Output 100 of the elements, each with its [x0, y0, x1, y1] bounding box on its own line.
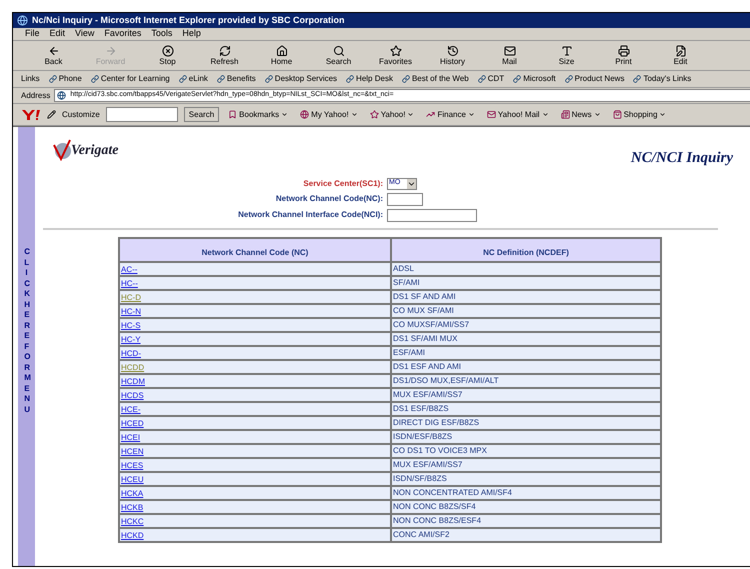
- arrow-left-icon: [48, 44, 60, 56]
- refresh-icon: [218, 44, 230, 56]
- link-icon: [564, 75, 573, 83]
- link-icon: [48, 75, 57, 83]
- yahoo-menu-button[interactable]: Shopping: [610, 108, 670, 120]
- menu-item[interactable]: File: [25, 27, 40, 41]
- yahoo-menu-button[interactable]: Bookmarks: [225, 108, 292, 120]
- pencil-icon: [47, 110, 56, 119]
- window-title: Nc/Nci Inquiry - Microsoft Internet Explorer provided by SBC Corporation: [32, 14, 345, 27]
- yahoo-menu-button[interactable]: Finance: [423, 108, 478, 120]
- link-icon: [633, 75, 642, 83]
- caret-icon: [594, 111, 601, 118]
- menu-item[interactable]: Tools: [151, 27, 172, 41]
- code-link[interactable]: HCE-: [121, 405, 141, 414]
- favorite-link[interactable]: CDT: [478, 73, 504, 85]
- history-icon: [446, 44, 458, 56]
- favorite-link[interactable]: Today's Links: [633, 73, 692, 85]
- chart-icon: [426, 110, 436, 119]
- search-field[interactable]: [106, 107, 178, 122]
- favorite-link[interactable]: Center for Learning: [90, 73, 170, 85]
- bag-icon: [612, 110, 622, 119]
- code-link[interactable]: HCES: [121, 461, 144, 470]
- favorite-link[interactable]: Microsoft: [513, 73, 556, 85]
- code-link[interactable]: HC--: [121, 279, 138, 288]
- yahoo-menu-button[interactable]: News: [558, 108, 604, 120]
- toolbar-button[interactable]: History: [424, 42, 481, 70]
- caret-icon: [281, 111, 288, 118]
- browser-icon: [17, 15, 28, 26]
- code-link[interactable]: HC-Y: [121, 335, 141, 344]
- code-link[interactable]: HCKA: [121, 489, 144, 498]
- code-link[interactable]: HCD-: [121, 349, 141, 358]
- yahoo-menu-button[interactable]: Yahoo! Mail: [484, 108, 552, 120]
- yahoo-menu-button[interactable]: Yahoo!: [366, 108, 418, 120]
- link-icon: [513, 75, 522, 83]
- link-icon: [346, 75, 354, 83]
- form-label: Network Channel Interface Code(NCI):: [237, 209, 383, 221]
- favorite-link[interactable]: Benefits: [216, 73, 256, 85]
- page-title: NC/NCI Inquiry: [630, 149, 733, 168]
- home-icon: [276, 44, 288, 56]
- form-label: Network Channel Code(NC):: [274, 193, 383, 205]
- code-link[interactable]: HCEI: [121, 433, 140, 442]
- code-link[interactable]: HCKB: [121, 503, 144, 512]
- toolbar-button[interactable]: Favorites: [367, 42, 424, 70]
- star-icon: [390, 44, 402, 56]
- search-button[interactable]: Search: [184, 107, 220, 122]
- code-link[interactable]: HCKD: [121, 531, 144, 540]
- mail-icon: [486, 110, 496, 119]
- mail-icon: [504, 44, 516, 56]
- menu-item[interactable]: Edit: [50, 27, 66, 41]
- text-size-icon: [560, 44, 572, 56]
- toolbar-button[interactable]: Refresh: [196, 42, 253, 70]
- favorite-link[interactable]: Help Desk: [346, 73, 393, 85]
- code-link[interactable]: HC-N: [121, 307, 141, 316]
- printer-icon: [618, 44, 630, 56]
- bookmark-icon: [228, 110, 238, 119]
- globe-icon: [57, 91, 66, 100]
- link-icon: [178, 75, 187, 83]
- star-icon: [370, 110, 379, 119]
- newspaper-icon: [560, 110, 570, 119]
- link-icon: [264, 75, 273, 83]
- toolbar-button[interactable]: Search: [310, 42, 367, 70]
- menu-item[interactable]: Help: [182, 27, 201, 41]
- code-link[interactable]: HCED: [121, 419, 144, 428]
- link-icon: [216, 75, 225, 83]
- text-input-field[interactable]: [387, 192, 423, 206]
- link-icon: [402, 75, 410, 83]
- favorite-link[interactable]: eLink: [178, 73, 208, 85]
- link-icon: [90, 75, 99, 83]
- code-link[interactable]: HCDS: [121, 391, 144, 400]
- code-link[interactable]: HCEN: [121, 447, 144, 456]
- caret-icon: [659, 111, 666, 118]
- arrow-right-icon: [104, 44, 116, 56]
- code-link[interactable]: HCEU: [121, 475, 144, 484]
- yahoo-logo-icon: [21, 108, 41, 120]
- code-link[interactable]: HC-S: [121, 321, 141, 330]
- links-label: Links: [21, 73, 40, 85]
- toolbar-button[interactable]: Print: [595, 42, 652, 70]
- favorite-link[interactable]: Best of the Web: [402, 73, 469, 85]
- text-input-field[interactable]: [387, 208, 477, 222]
- toolbar-button[interactable]: Size: [538, 42, 595, 70]
- menu-item[interactable]: View: [75, 27, 94, 41]
- toolbar-button[interactable]: Mail: [481, 42, 538, 70]
- link-icon: [478, 75, 486, 83]
- side-menu-link[interactable]: CLICK HERE FOR MENU: [18, 127, 35, 566]
- favorite-link[interactable]: Phone: [48, 73, 82, 85]
- favorite-link[interactable]: Product News: [564, 73, 624, 85]
- code-link[interactable]: AC--: [121, 265, 138, 274]
- favorite-link[interactable]: Desktop Services: [264, 73, 338, 85]
- caret-icon: [350, 111, 358, 118]
- toolbar-button[interactable]: Back: [25, 42, 82, 70]
- toolbar-button[interactable]: Stop: [139, 42, 196, 70]
- toolbar-button[interactable]: Home: [253, 42, 310, 70]
- toolbar-button[interactable]: Edit: [652, 42, 709, 70]
- globe-icon: [300, 110, 310, 119]
- code-link[interactable]: HCKC: [121, 517, 144, 526]
- yahoo-menu-button[interactable]: My Yahoo!: [297, 108, 361, 120]
- menu-item[interactable]: Favorites: [104, 27, 142, 41]
- search-icon: [332, 44, 344, 56]
- customize-link[interactable]: Customize: [62, 108, 100, 120]
- code-link[interactable]: HCDM: [121, 377, 145, 386]
